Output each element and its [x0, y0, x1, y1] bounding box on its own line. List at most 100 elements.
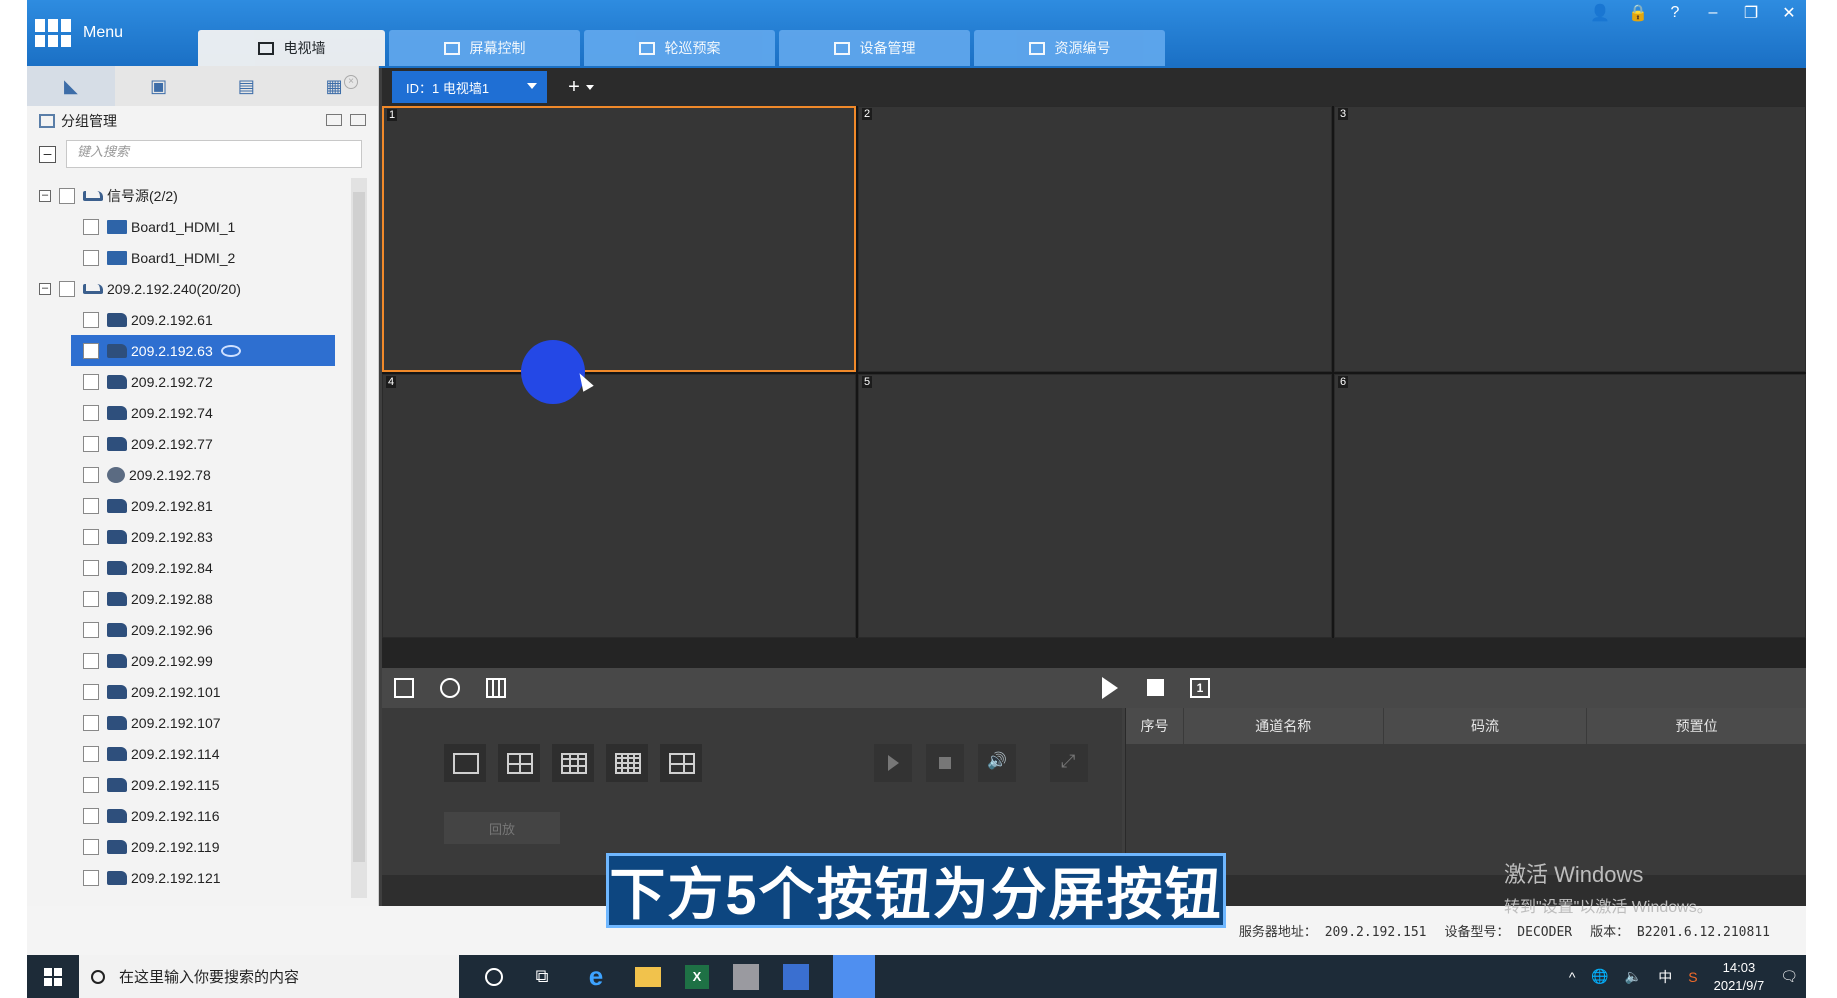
node-checkbox[interactable] — [83, 807, 99, 824]
help-icon[interactable]: ? — [1666, 4, 1684, 22]
video-icon[interactable]: ▤ — [203, 66, 291, 106]
node-checkbox[interactable] — [83, 373, 99, 390]
input-language[interactable]: 中 — [1658, 967, 1672, 987]
node-checkbox[interactable] — [83, 249, 99, 266]
node-checkbox[interactable] — [83, 621, 99, 638]
node-checkbox[interactable] — [83, 869, 99, 886]
tree-device-node[interactable]: 209.2.192.116 — [39, 800, 349, 831]
playback-icon[interactable]: ▣ — [115, 66, 203, 106]
add-wall-button[interactable]: + — [556, 71, 606, 103]
fullscreen-button[interactable] — [1050, 744, 1088, 782]
taskbar-search[interactable]: 在这里输入你要搜索的内容 — [79, 955, 459, 998]
close-icon[interactable]: ✕ — [1780, 3, 1798, 23]
notification-icon[interactable]: 🗨 — [1780, 968, 1798, 985]
node-checkbox[interactable] — [83, 497, 99, 514]
tree-device-node[interactable]: 209.2.192.78 — [39, 459, 349, 490]
tree-device-node[interactable]: 209.2.192.121 — [39, 862, 349, 893]
app-icon[interactable] — [783, 963, 809, 990]
tree-device-node[interactable]: 209.2.192.96 — [39, 614, 349, 645]
node-checkbox[interactable] — [83, 218, 99, 235]
minimize-icon[interactable]: – — [1704, 4, 1722, 22]
split-4-button[interactable] — [498, 744, 540, 782]
column-header[interactable]: 通道名称 — [1184, 708, 1384, 744]
volume-muted-icon[interactable]: 🔈 — [1625, 968, 1642, 985]
chevron-up-icon[interactable]: ^ — [1569, 969, 1576, 985]
edge-icon[interactable]: e — [581, 961, 611, 992]
collapse-group-icon[interactable] — [350, 114, 366, 126]
video-cell[interactable]: 6 — [1334, 374, 1806, 638]
tab-tv-wall[interactable]: 电视墙 — [198, 30, 385, 66]
node-checkbox[interactable] — [83, 838, 99, 855]
node-checkbox[interactable] — [83, 311, 99, 328]
video-cell[interactable]: 2 — [858, 106, 1332, 372]
file-explorer-icon[interactable] — [635, 966, 661, 987]
tree-device-node[interactable]: 209.2.192.84 — [39, 552, 349, 583]
play-all-icon[interactable] — [1102, 677, 1118, 699]
split-9-button[interactable] — [552, 744, 594, 782]
column-header[interactable]: 码流 — [1384, 708, 1588, 744]
start-button[interactable] — [27, 955, 79, 998]
tree-device-node[interactable]: 209.2.192.81 — [39, 490, 349, 521]
play-button[interactable] — [874, 744, 912, 782]
tab-screen-control[interactable]: 屏幕控制 — [389, 30, 580, 66]
node-checkbox[interactable] — [83, 528, 99, 545]
tree-group-node[interactable]: – 信号源(2/2) — [39, 180, 349, 211]
node-checkbox[interactable] — [83, 683, 99, 700]
expand-toggle-icon[interactable]: – — [39, 282, 51, 295]
restore-icon[interactable]: ❐ — [1742, 3, 1760, 23]
ime-icon[interactable]: S — [1688, 969, 1697, 985]
active-app-icon[interactable] — [833, 955, 875, 998]
tree-device-node[interactable]: 209.2.192.63 — [71, 335, 335, 366]
user-icon[interactable]: 👤 — [1590, 3, 1610, 23]
layout-icon[interactable] — [486, 678, 506, 698]
tree-device-node[interactable]: 209.2.192.77 — [39, 428, 349, 459]
tree-device-node[interactable]: 209.2.192.119 — [39, 831, 349, 862]
tab-resource-number[interactable]: 资源编号 — [974, 30, 1165, 66]
expand-toggle-icon[interactable]: – — [39, 189, 51, 202]
refresh-group-icon[interactable] — [326, 114, 342, 126]
video-cell[interactable]: 1 — [382, 106, 856, 372]
tree-device-node[interactable]: 209.2.192.114 — [39, 738, 349, 769]
eye-icon[interactable] — [220, 344, 241, 357]
collapse-all-button[interactable]: – — [39, 145, 56, 163]
node-checkbox[interactable] — [83, 342, 99, 359]
app-icon[interactable] — [733, 963, 759, 990]
node-checkbox[interactable] — [83, 404, 99, 421]
stop-all-icon[interactable] — [1147, 679, 1164, 696]
task-view-icon[interactable]: ⧉ — [527, 962, 557, 992]
clear-search-icon[interactable]: × — [344, 75, 358, 89]
video-cell[interactable]: 4 — [382, 374, 856, 638]
volume-button[interactable] — [978, 744, 1016, 782]
tree-device-node[interactable]: Board1_HDMI_1 — [39, 211, 349, 242]
split-1-button[interactable] — [444, 744, 486, 782]
voice-icon[interactable] — [440, 678, 460, 698]
device-search-input[interactable]: 键入搜索 — [66, 140, 362, 168]
node-checkbox[interactable] — [83, 652, 99, 669]
menu-button[interactable]: Menu — [27, 0, 197, 66]
network-icon[interactable]: 🌐 — [1591, 968, 1608, 985]
clock[interactable]: 14:03 2021/9/7 — [1714, 959, 1765, 995]
video-cell[interactable]: 3 — [1334, 106, 1806, 372]
tree-device-node[interactable]: 209.2.192.72 — [39, 366, 349, 397]
tree-scrollbar[interactable] — [351, 178, 367, 898]
tree-device-node[interactable]: 209.2.192.61 — [39, 304, 349, 335]
scrollbar-thumb[interactable] — [353, 192, 365, 862]
lock-icon[interactable]: 🔒 — [1628, 3, 1648, 23]
tree-device-node[interactable]: 209.2.192.99 — [39, 645, 349, 676]
node-checkbox[interactable] — [83, 466, 99, 483]
video-cell[interactable]: 5 — [858, 374, 1332, 638]
cortana-icon[interactable] — [485, 967, 503, 986]
camera-icon[interactable]: ◣ — [27, 66, 115, 106]
tree-device-node[interactable]: 209.2.192.101 — [39, 676, 349, 707]
tree-device-node[interactable]: 209.2.192.88 — [39, 583, 349, 614]
tab-device-management[interactable]: 设备管理 — [779, 30, 970, 66]
screen-icon[interactable]: ▦ — [290, 66, 378, 106]
split-6-button[interactable] — [660, 744, 702, 782]
node-checkbox[interactable] — [59, 280, 75, 297]
excel-icon[interactable]: X — [685, 964, 709, 989]
save-icon[interactable] — [394, 678, 414, 698]
node-checkbox[interactable] — [83, 776, 99, 793]
column-header[interactable]: 序号 — [1126, 708, 1184, 744]
node-checkbox[interactable] — [59, 187, 75, 204]
tree-device-node[interactable]: 209.2.192.74 — [39, 397, 349, 428]
